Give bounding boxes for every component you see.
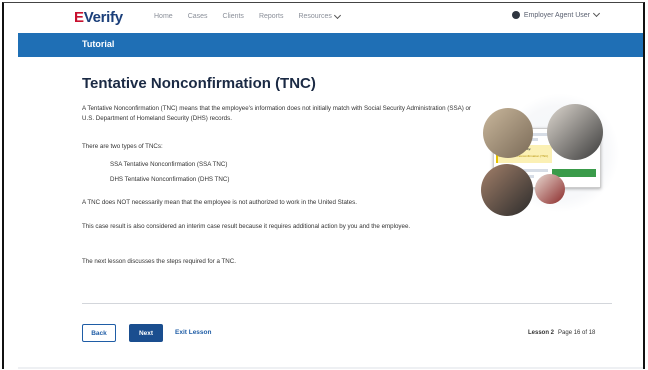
lesson-number: Lesson 2 (528, 330, 555, 336)
lesson-progress: Lesson 2 Page 16 of 18 (528, 330, 595, 336)
top-navigation: EVerify Home Cases Clients Reports Resou… (4, 3, 643, 33)
bottom-band (18, 367, 643, 369)
lesson-content: Tentative Nonconfirmation (TNC) A Tentat… (18, 57, 643, 369)
everify-logo[interactable]: EVerify (74, 9, 123, 26)
photo-employer (547, 104, 603, 160)
nav-link-cases[interactable]: Cases (188, 13, 208, 20)
user-name: Employer Agent User (523, 11, 590, 19)
paragraph-interim: This case result is also considered an i… (82, 223, 411, 230)
back-button[interactable]: Back (82, 324, 116, 342)
banner-title: Tutorial (82, 39, 115, 49)
page-counter: Page 16 of 18 (558, 330, 596, 336)
chevron-down-icon (333, 11, 341, 19)
nav-resources-label: Resources (298, 13, 332, 20)
tnc-types-list: SSA Tentative Nonconfirmation (SSA TNC) … (110, 161, 229, 191)
nav-resources-menu[interactable]: Resources (298, 11, 341, 20)
app-window: EVerify Home Cases Clients Reports Resou… (2, 2, 645, 369)
user-menu[interactable]: Employer Agent User (511, 9, 601, 19)
paragraph-definition: A Tentative Nonconfirmation (TNC) means … (82, 105, 471, 122)
photo-worker (535, 174, 565, 204)
photo-employee (481, 164, 533, 216)
nav-links: Home Cases Clients Reports Resources (154, 11, 341, 20)
tutorial-banner: Tutorial (18, 33, 643, 57)
nav-link-clients[interactable]: Clients (223, 13, 244, 20)
exit-lesson-link[interactable]: Exit Lesson (175, 329, 211, 336)
list-item: SSA Tentative Nonconfirmation (SSA TNC) (110, 161, 228, 168)
photo-coworkers (483, 108, 533, 158)
chevron-down-icon (592, 9, 601, 18)
tnc-illustration: Employment Eligibility: SSA Tentative No… (481, 104, 605, 216)
list-item: DHS Tentative Nonconfirmation (DHS TNC) (110, 176, 230, 183)
next-button[interactable]: Next (129, 324, 163, 342)
footer-divider (82, 303, 612, 304)
paragraph-not-unauthorized: A TNC does NOT necessarily mean that the… (82, 199, 357, 206)
nav-link-home[interactable]: Home (154, 13, 173, 20)
paragraph-next-lesson: The next lesson discusses the steps requ… (82, 258, 236, 265)
page-title: Tentative Nonconfirmation (TNC) (82, 75, 316, 92)
user-icon (511, 11, 520, 19)
paragraph-types-intro: There are two types of TNCs: (82, 143, 163, 150)
nav-link-reports[interactable]: Reports (259, 13, 284, 20)
